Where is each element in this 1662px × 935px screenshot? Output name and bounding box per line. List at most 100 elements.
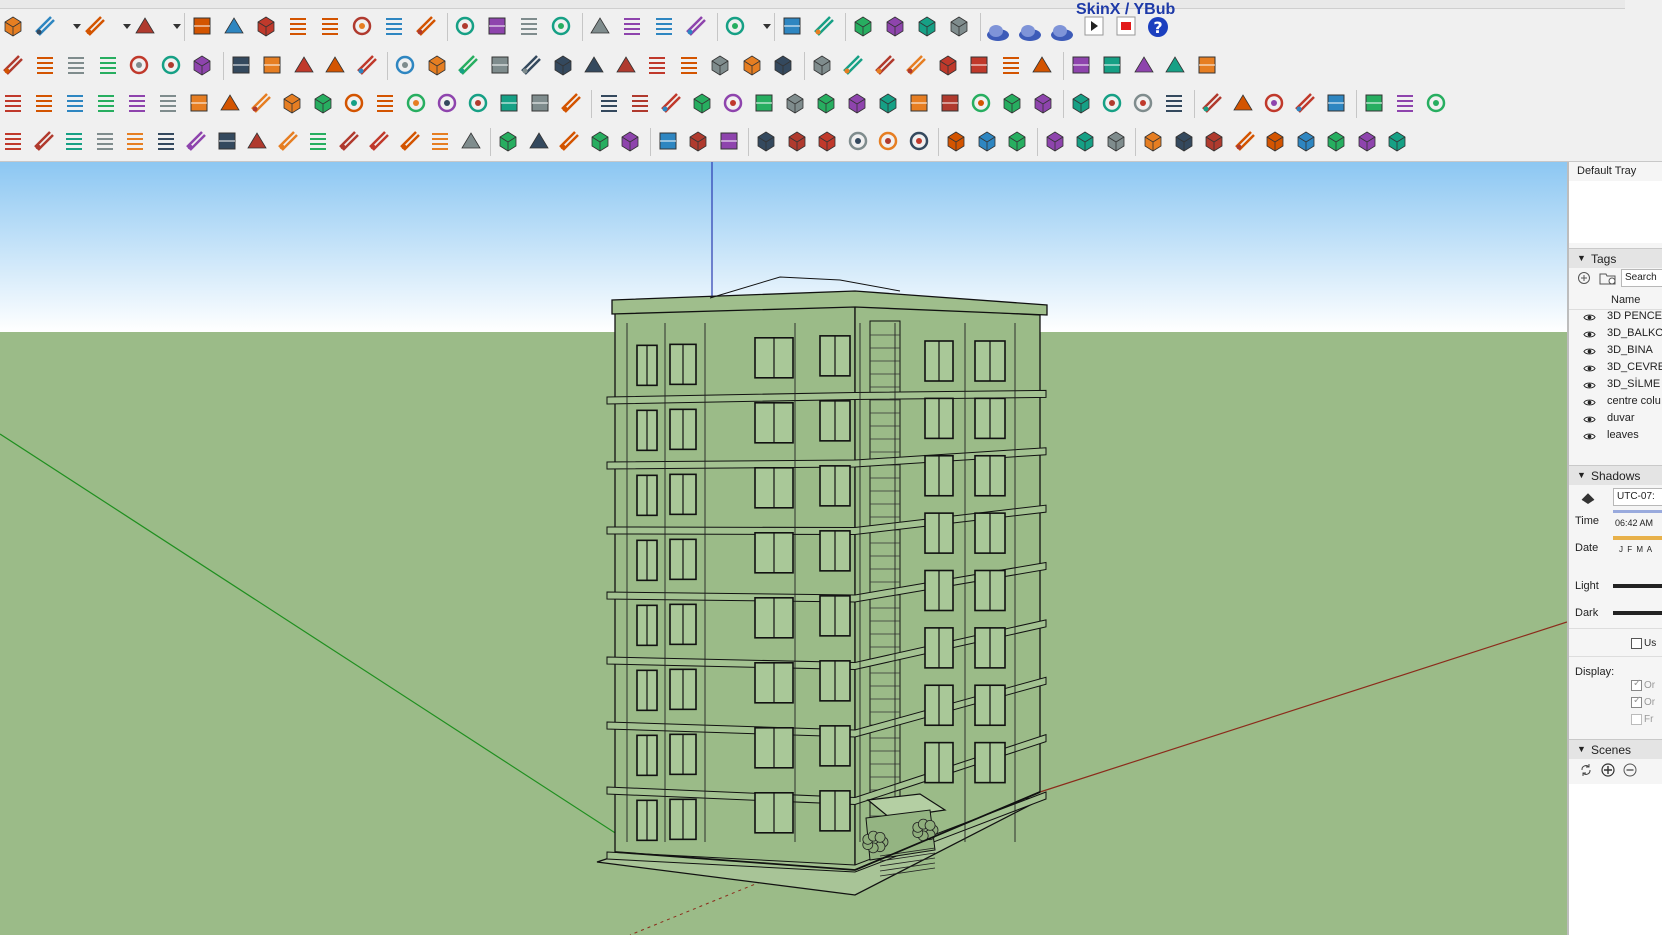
sphere-button[interactable] [228,52,254,78]
tag-row[interactable]: centre colu [1569,394,1662,411]
remove-scene-icon[interactable] [1623,763,1637,777]
checker-button[interactable] [1232,128,1258,154]
arc-button[interactable] [366,128,392,154]
tag-row[interactable]: 3D PENCE [1569,309,1662,326]
eraser-button[interactable] [0,13,26,39]
expand-button[interactable] [685,128,711,154]
tag-row[interactable]: 3D_CEVRE [1569,360,1662,377]
shadow-toggle-icon[interactable] [1579,490,1597,506]
dark-slider[interactable] [1613,611,1662,615]
paint-bucket-button[interactable] [413,13,439,39]
shadows-panel-header[interactable]: ▼ Shadows [1569,465,1662,485]
bracket-button[interactable] [1230,90,1256,116]
arc-button[interactable] [183,128,209,154]
3d-warehouse-button[interactable] [587,13,613,39]
hook-button[interactable] [596,90,622,116]
add-location-button[interactable] [779,13,805,39]
layer-button[interactable] [587,128,613,154]
cross-button[interactable] [465,90,491,116]
curve-button[interactable] [341,90,367,116]
export-button[interactable] [813,90,839,116]
intersect-button[interactable] [63,52,89,78]
add-scene-icon[interactable] [1601,763,1615,777]
grid-button[interactable] [974,128,1000,154]
dash-button[interactable] [845,128,871,154]
roof-button[interactable] [455,52,481,78]
grid-button[interactable] [1004,128,1030,154]
move-button[interactable] [1323,128,1349,154]
bucket-button[interactable] [720,90,746,116]
rotate-button[interactable] [285,13,311,39]
eye-icon[interactable] [1583,396,1596,409]
model-canvas[interactable] [0,162,1567,935]
columns-button[interactable] [518,52,544,78]
3d-viewport[interactable] [0,162,1567,935]
plane-button[interactable] [613,52,639,78]
arc-button[interactable] [275,128,301,154]
frame-button[interactable] [424,52,450,78]
cone-button[interactable] [259,52,285,78]
pin-button[interactable] [906,90,932,116]
use-sun-checkbox[interactable] [1631,638,1642,649]
account-button[interactable] [722,13,748,39]
time-slider[interactable] [1613,510,1662,513]
panel-button[interactable] [581,52,607,78]
pan-button[interactable] [484,13,510,39]
add-tag-icon[interactable] [1577,271,1591,285]
slope-button[interactable] [676,52,702,78]
lines-button[interactable] [814,128,840,154]
eye-icon[interactable] [1583,430,1596,443]
house-button[interactable] [1194,52,1220,78]
grid-button[interactable] [1042,128,1068,154]
polyline-button[interactable] [305,128,331,154]
tag-layer-button[interactable] [850,13,876,39]
dropdown-arrow-button[interactable] [164,13,190,39]
arc-button[interactable] [82,13,108,39]
eye-icon[interactable] [1583,328,1596,341]
house-button[interactable] [1323,90,1349,116]
extension-warehouse-button[interactable] [619,13,645,39]
cone-button[interactable] [496,90,522,116]
tag-layer-button[interactable] [946,13,972,39]
layout-button[interactable] [1161,90,1187,116]
sphere-button[interactable] [1068,52,1094,78]
grid-button[interactable] [943,128,969,154]
grid-button[interactable] [1103,128,1129,154]
cylinder-button[interactable] [310,90,336,116]
tag-row[interactable]: 3D_BALKO [1569,326,1662,343]
curve-button[interactable] [1130,90,1156,116]
grip-button[interactable] [550,52,576,78]
arc-button[interactable] [31,128,57,154]
dash-button[interactable] [906,128,932,154]
export-button[interactable] [875,90,901,116]
tag-row[interactable]: leaves [1569,428,1662,445]
stairs-button[interactable] [487,52,513,78]
polyline-button[interactable] [122,128,148,154]
curve-button[interactable] [392,52,418,78]
polyline-button[interactable] [61,128,87,154]
cross-button[interactable] [434,90,460,116]
pencil-button[interactable] [1199,90,1225,116]
grid-button[interactable] [1201,128,1227,154]
scale-button[interactable] [317,13,343,39]
wave-button[interactable] [1162,52,1188,78]
move-button[interactable] [1293,128,1319,154]
display-on-ground-checkbox[interactable] [1631,695,1642,708]
box-button[interactable] [279,90,305,116]
extension-manager-button[interactable] [683,13,709,39]
cross-button[interactable] [403,90,429,116]
curve-button[interactable] [158,52,184,78]
square-button[interactable] [186,90,212,116]
spiral-button[interactable] [1099,52,1125,78]
undo-button[interactable] [751,90,777,116]
mesh-button[interactable] [809,52,835,78]
node-button[interactable] [372,90,398,116]
rectangle-button[interactable] [132,13,158,39]
line-button[interactable] [354,52,380,78]
grid-button[interactable] [1068,90,1094,116]
sheet-button[interactable] [31,90,57,116]
tag-search-input[interactable]: Search [1621,269,1662,287]
eye-icon[interactable] [1583,379,1596,392]
solid-button[interactable] [95,52,121,78]
add-tag-folder-icon[interactable] [1599,271,1617,285]
